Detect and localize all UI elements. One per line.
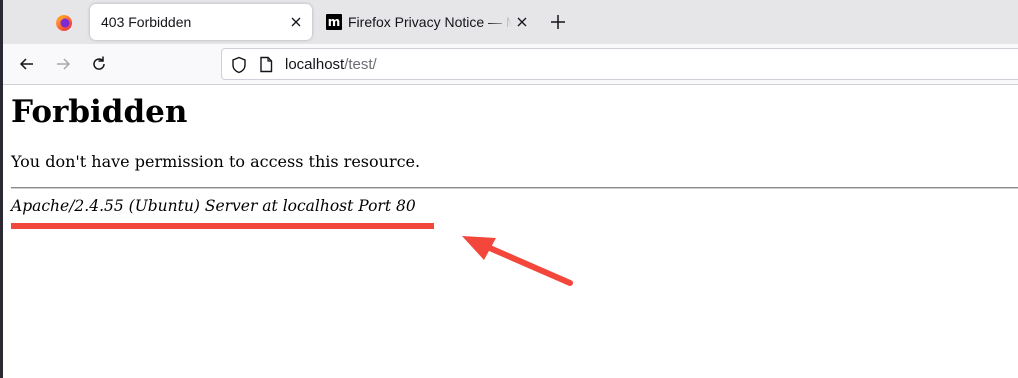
page-info-icon[interactable] xyxy=(259,56,273,73)
close-icon[interactable] xyxy=(288,14,304,30)
new-tab-plus-icon[interactable] xyxy=(548,12,568,32)
back-arrow-icon[interactable] xyxy=(17,54,37,74)
navigation-toolbar: localhost/test/ xyxy=(3,44,1018,85)
tab-bar: 403 Forbidden m Firefox Privacy Notice —… xyxy=(3,0,1018,44)
forward-arrow-icon[interactable] xyxy=(53,54,73,74)
url-host: localhost xyxy=(285,56,345,73)
annotation-arrow xyxy=(462,236,573,286)
url-path: /test/ xyxy=(344,56,377,73)
tab-title: 403 Forbidden xyxy=(101,14,192,30)
reload-icon[interactable] xyxy=(89,54,109,74)
close-icon[interactable] xyxy=(514,14,530,30)
url-text[interactable]: localhost/test/ xyxy=(285,56,377,73)
tab-403-forbidden[interactable]: 403 Forbidden xyxy=(90,4,312,40)
tab-firefox-privacy-notice[interactable]: m Firefox Privacy Notice — Mozilla xyxy=(321,4,533,40)
url-bar[interactable]: localhost/test/ xyxy=(221,48,1018,80)
mozilla-favicon-icon: m xyxy=(326,14,342,30)
tab-title: Firefox Privacy Notice — Mozilla xyxy=(348,14,512,30)
firefox-menu-icon[interactable] xyxy=(53,11,75,33)
page-content: Forbidden You don't have permission to a… xyxy=(0,86,1018,378)
tracking-protection-shield-icon[interactable] xyxy=(231,56,247,74)
